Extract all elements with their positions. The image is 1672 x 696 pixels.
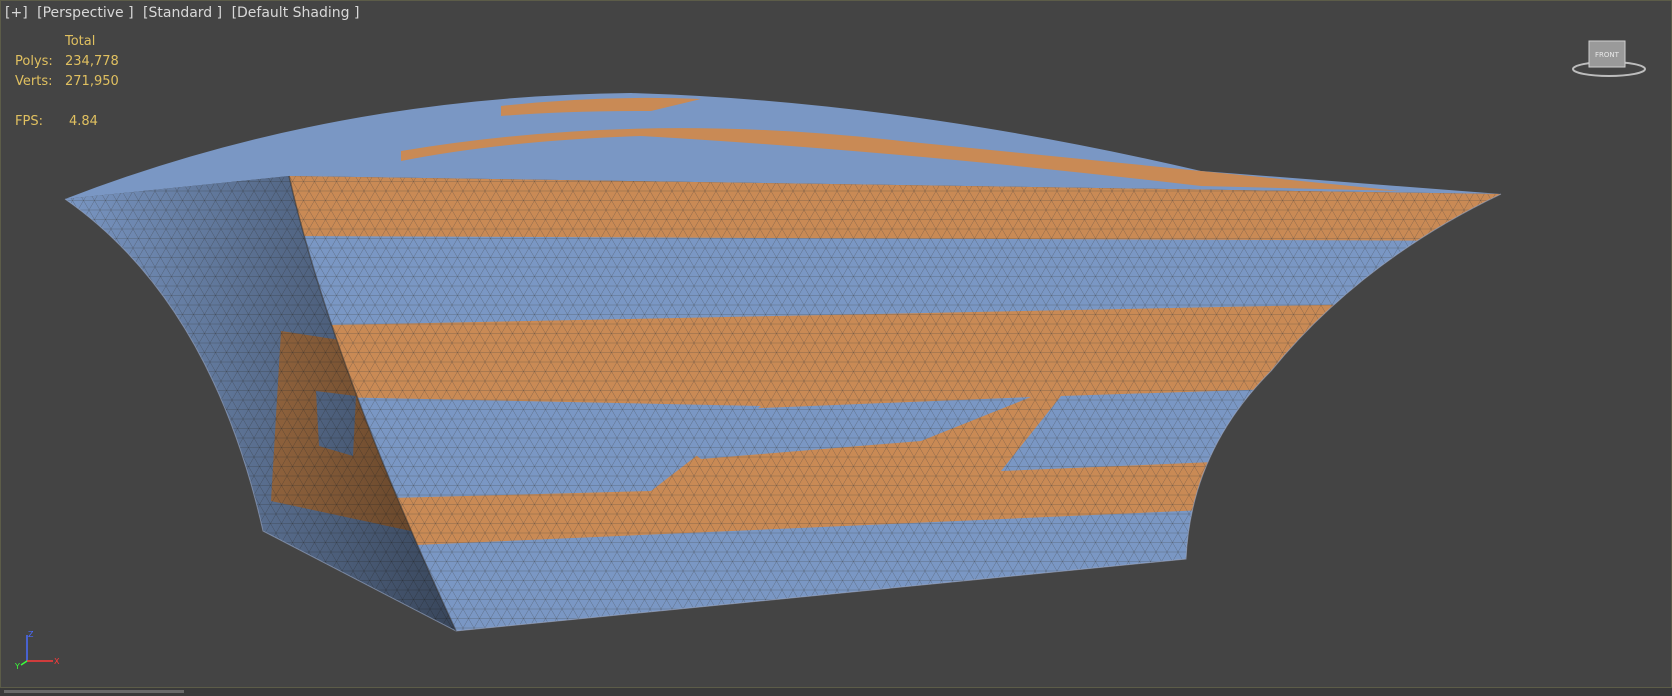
viewport-standard-menu[interactable]: [Standard ]: [143, 5, 222, 21]
viewport-plus-menu[interactable]: [+]: [5, 5, 28, 21]
fps-value: 4.84: [69, 114, 98, 129]
polys-label: Polys:: [15, 54, 53, 69]
axis-gizmo: Z X Y: [14, 630, 60, 669]
scrollbar-thumb[interactable]: [4, 690, 184, 693]
polys-value: 234,778: [65, 54, 119, 69]
stats-header: Total: [65, 34, 96, 49]
viewcube-face-label: FRONT: [1595, 51, 1620, 59]
verts-value: 271,950: [65, 74, 119, 89]
viewport-label-menu[interactable]: [+] [Perspective ] [Standard ] [Default …: [5, 5, 364, 21]
viewcube-icon[interactable]: FRONT: [1569, 39, 1649, 81]
viewport-perspective-menu[interactable]: [Perspective ]: [37, 5, 133, 21]
axis-x-label: X: [54, 657, 60, 666]
fps-label: FPS:: [15, 114, 43, 129]
verts-label: Verts:: [15, 74, 53, 89]
axis-z-label: Z: [28, 630, 34, 639]
bottom-scroll-strip[interactable]: [0, 688, 1672, 696]
viewport-shading-menu[interactable]: [Default Shading ]: [232, 5, 360, 21]
3d-mesh-scene[interactable]: [1, 1, 1672, 689]
axis-y-label: Y: [14, 662, 20, 669]
perspective-viewport[interactable]: [+] [Perspective ] [Standard ] [Default …: [0, 0, 1672, 688]
